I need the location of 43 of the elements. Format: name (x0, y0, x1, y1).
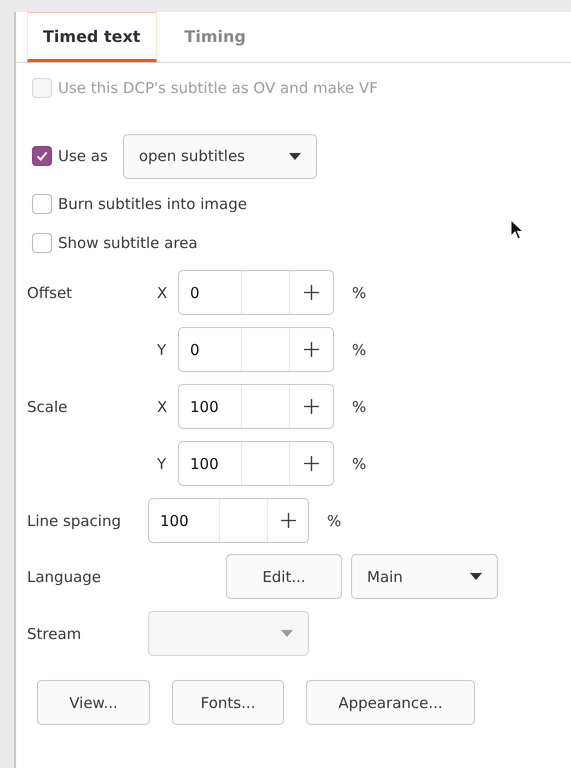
spin-field[interactable]: 100 (178, 441, 334, 486)
checkbox-label: Burn subtitles into image (58, 195, 247, 213)
plus-icon (304, 456, 319, 471)
checkmark-icon (35, 149, 49, 163)
field-label: Language (27, 568, 102, 586)
checkbox-label: Show subtitle area (58, 234, 198, 252)
field-label: Line spacing (27, 512, 121, 530)
axis-label: X (157, 398, 168, 416)
dropdown-caret-icon (470, 573, 482, 580)
unit-label: % (352, 454, 366, 472)
field-label: Stream (27, 624, 82, 642)
tab[interactable]: Timed text (27, 12, 158, 62)
spin-field[interactable]: 100 (178, 384, 334, 429)
field-label: Scale (27, 398, 68, 416)
spin-field[interactable]: 0 (178, 270, 334, 315)
axis-label: Y (157, 454, 168, 472)
dialog-button[interactable]: Appearance... (306, 680, 475, 725)
dropdown-caret-icon (288, 152, 301, 160)
checkbox-label: Use as (58, 147, 108, 165)
dialog-button[interactable]: Fonts... (172, 680, 284, 725)
checkbox[interactable] (32, 233, 52, 253)
checkbox-label: Use this DCP's subtitle as OV and make VF (58, 79, 378, 97)
unit-label: % (352, 284, 366, 302)
checkbox[interactable] (32, 194, 52, 214)
subtitle-type-dropdown[interactable]: open subtitles (122, 134, 317, 178)
spin-field[interactable]: 0 (178, 327, 334, 372)
unit-label: % (352, 340, 366, 358)
edit-button[interactable]: Edit... (226, 554, 342, 599)
spin-field[interactable]: 100 (148, 498, 309, 543)
mouse-pointer-icon (510, 219, 524, 241)
plus-icon (304, 285, 319, 300)
language-dropdown[interactable]: Main (351, 554, 498, 599)
dropdown-caret-icon (281, 630, 293, 637)
dialog-button[interactable]: View... (37, 680, 150, 725)
plus-icon (280, 513, 296, 528)
axis-label: X (157, 284, 168, 302)
unit-label: % (352, 398, 366, 416)
checkbox[interactable] (32, 146, 52, 166)
unit-label: % (327, 512, 342, 530)
axis-label: Y (157, 340, 168, 358)
plus-icon (304, 342, 319, 357)
plus-icon (304, 399, 319, 414)
field-label: Offset (27, 284, 72, 302)
